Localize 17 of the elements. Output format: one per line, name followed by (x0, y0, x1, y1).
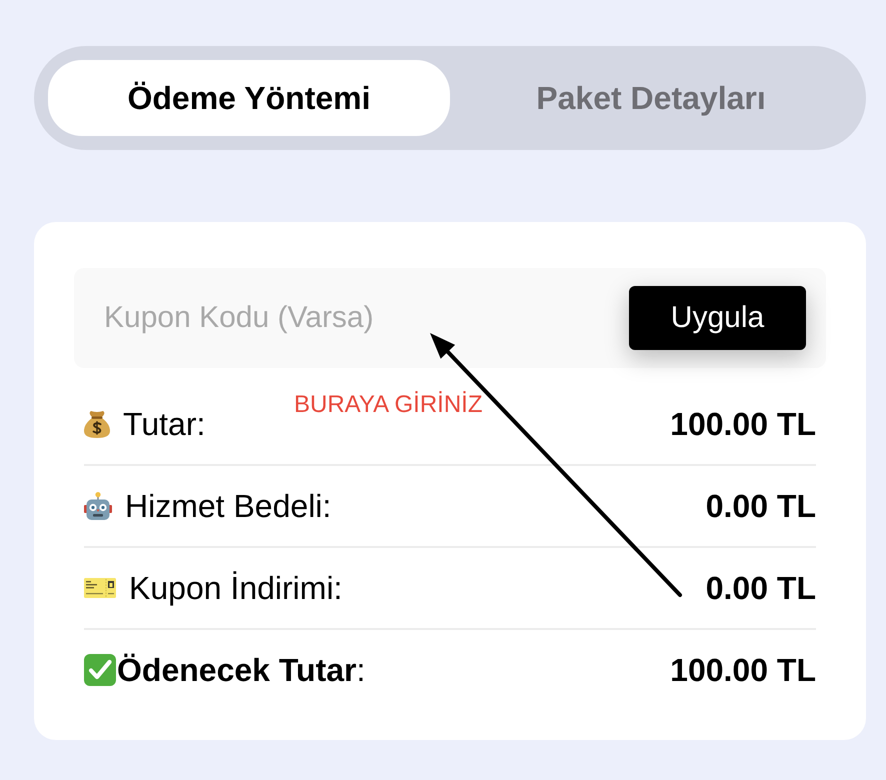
summary-label: Kupon İndirimi: (129, 570, 342, 606)
tab[interactable]: Paket Detayları (450, 60, 852, 136)
summary-amount: 100.00 TL (670, 652, 816, 688)
apply-button[interactable]: Uygula (629, 286, 806, 350)
summary-amount: 100.00 TL (670, 406, 816, 442)
tab[interactable]: Ödeme Yöntemi (48, 60, 450, 136)
annotation-text: BURAYA GİRİNİZ (294, 391, 482, 419)
ticket-icon (84, 578, 116, 598)
money-bag-icon (84, 410, 110, 438)
robot-icon (84, 492, 112, 520)
summary-label: Ödenecek Tutar: (117, 652, 366, 688)
summary-amount: 0.00 TL (706, 570, 816, 606)
summary-label: Tutar: (123, 406, 206, 442)
coupon-code-field[interactable]: Kupon Kodu (Varsa) Uygula (74, 268, 826, 368)
summary-amount: 0.00 TL (706, 488, 816, 524)
summary-label: Hizmet Bedeli: (125, 488, 332, 524)
check-icon (84, 654, 116, 686)
